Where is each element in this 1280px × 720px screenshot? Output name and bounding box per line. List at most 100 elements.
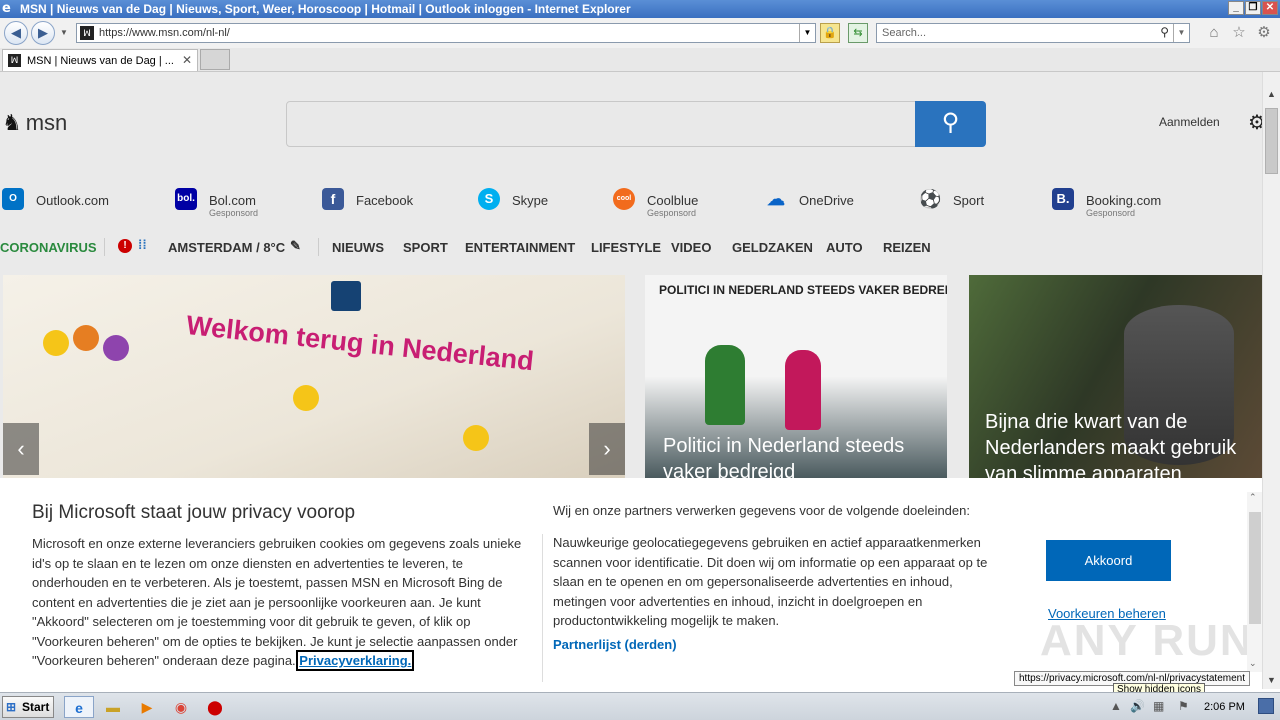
nav-auto[interactable]: AUTO xyxy=(826,240,863,255)
sponsored-label: Gesponsord xyxy=(647,208,697,218)
bol-icon: bol. xyxy=(175,188,197,210)
msn-search-button[interactable]: ⚲ xyxy=(915,101,986,147)
nav-video[interactable]: VIDEO xyxy=(671,240,711,255)
back-button[interactable]: ◀ xyxy=(4,21,28,45)
nav-entertainment[interactable]: ENTERTAINMENT xyxy=(465,240,575,255)
news-tile-3[interactable]: Bijna drie kwart van de Nederlanders maa… xyxy=(969,275,1262,478)
msn-tab-favicon-icon: ꟽ xyxy=(8,54,21,67)
illustration-person-icon xyxy=(43,330,69,356)
scroll-down-icon[interactable]: ⌄ xyxy=(1249,658,1257,669)
browser-search-placeholder: Search... xyxy=(882,27,927,39)
quicklink-sport[interactable]: ⚽ Sport xyxy=(919,186,1019,218)
cartoon-figure-icon xyxy=(705,345,745,425)
privacy-statement-link[interactable]: Privacyverklaring. xyxy=(296,650,415,671)
forward-button[interactable]: ▶ xyxy=(31,21,55,45)
taskbar-chrome-icon[interactable]: ◉ xyxy=(166,696,196,718)
nav-sport[interactable]: SPORT xyxy=(403,240,448,255)
taskbar-explorer-icon[interactable]: ▬ xyxy=(98,696,128,718)
quicklink-label: Bol.com xyxy=(209,193,256,208)
taskbar-media-player-icon[interactable]: ▶ xyxy=(132,696,162,718)
privacy-scroll-thumb[interactable] xyxy=(1249,512,1261,624)
privacy-scrollbar[interactable]: ⌃ ⌄ xyxy=(1247,492,1262,672)
msn-logo[interactable]: ♞ msn xyxy=(2,110,67,136)
quicklink-facebook[interactable]: f Facebook xyxy=(322,186,442,218)
nav-lifestyle[interactable]: LIFESTYLE xyxy=(591,240,661,255)
illustration-person-icon xyxy=(73,325,99,351)
address-bar[interactable]: ꟽ https://www.msn.com/nl-nl/ ▼ xyxy=(76,23,816,43)
weather-alert-icon[interactable]: ! xyxy=(118,239,132,253)
quicklink-bol[interactable]: bol. Bol.com Gesponsord xyxy=(175,186,305,218)
restore-button[interactable]: ❐ xyxy=(1245,1,1261,15)
nav-geldzaken[interactable]: GELDZAKEN xyxy=(732,240,813,255)
tray-network-icon[interactable]: ▦ xyxy=(1153,699,1164,713)
nav-divider xyxy=(104,238,105,256)
search-icon[interactable]: ⚲ xyxy=(1160,25,1169,39)
ie-navbar: ◀ ▶ ▼ ꟽ https://www.msn.com/nl-nl/ ▼ 🔒 ⇆… xyxy=(0,18,1280,48)
msn-search-input[interactable] xyxy=(286,101,916,147)
taskbar-ie-icon[interactable]: e xyxy=(64,696,94,718)
quicklink-label: Skype xyxy=(512,193,549,208)
tab-msn[interactable]: ꟽ MSN | Nieuws van de Dag | ... ✕ xyxy=(2,49,198,71)
facebook-icon: f xyxy=(322,188,344,210)
sponsored-label: Gesponsord xyxy=(1086,208,1136,218)
page-scrollbar[interactable]: ▲ ▼ xyxy=(1262,72,1280,689)
tray-flag-icon[interactable]: ⚑ xyxy=(1178,699,1189,713)
refresh-icon[interactable]: ⇆ xyxy=(848,23,868,43)
partner-list-link[interactable]: Partnerlijst (derden) xyxy=(553,637,677,652)
signin-link[interactable]: Aanmelden xyxy=(1159,115,1220,129)
news-tile-1[interactable]: Welkom terug in Nederland ‹ › xyxy=(3,275,625,478)
tray-arrow-icon[interactable]: ▲ xyxy=(1110,699,1122,713)
favorites-star-icon[interactable]: ☆ xyxy=(1230,24,1248,42)
close-window-button[interactable]: ✕ xyxy=(1262,1,1278,15)
tab-close-icon[interactable]: ✕ xyxy=(182,53,192,67)
taskbar-clock[interactable]: 2:06 PM xyxy=(1204,701,1245,713)
nav-nieuws[interactable]: NIEUWS xyxy=(332,240,384,255)
quicklink-skype[interactable]: S Skype xyxy=(478,186,578,218)
tray-volume-icon[interactable]: 🔊 xyxy=(1130,699,1145,713)
page-scroll-thumb[interactable] xyxy=(1265,108,1278,174)
quicklink-onedrive[interactable]: ☁ OneDrive xyxy=(765,186,885,218)
home-icon[interactable]: ⌂ xyxy=(1205,24,1223,42)
illustration-person-icon xyxy=(463,425,489,451)
page-content: ♞ msn ⚲ Aanmelden ⚙ O Outlook.com bol. Bo… xyxy=(0,72,1262,689)
cartoon-figure-icon xyxy=(785,350,821,430)
scroll-up-icon[interactable]: ⌃ xyxy=(1249,492,1257,503)
scroll-up-arrow-icon[interactable]: ▲ xyxy=(1263,86,1280,102)
browser-search-input[interactable]: Search... ⚲ ▼ xyxy=(876,23,1190,43)
search-dropdown-icon[interactable]: ▼ xyxy=(1173,24,1189,42)
scroll-down-arrow-icon[interactable]: ▼ xyxy=(1263,672,1280,688)
show-desktop-icon[interactable] xyxy=(1258,698,1274,714)
quicklink-booking[interactable]: B. Booking.com Gesponsord xyxy=(1052,186,1202,218)
accept-button[interactable]: Akkoord xyxy=(1046,540,1171,581)
booking-icon: B. xyxy=(1052,188,1074,210)
quicklink-coolblue[interactable]: cool Coolblue Gesponsord xyxy=(613,186,733,218)
minimize-button[interactable]: _ xyxy=(1228,1,1244,15)
nav-reizen[interactable]: REIZEN xyxy=(883,240,931,255)
settings-gear-icon[interactable]: ⚙ xyxy=(1248,110,1262,135)
privacy-body-text: Microsoft en onze externe leveranciers g… xyxy=(32,536,522,668)
msn-favicon-icon: ꟽ xyxy=(80,26,94,40)
history-dropdown-icon[interactable]: ▼ xyxy=(60,28,68,37)
edit-pencil-icon[interactable]: ✎ xyxy=(290,238,301,254)
news-tile-2[interactable]: POLITICI IN NEDERLAND STEEDS VAKER BEDRE… xyxy=(645,275,947,478)
carousel-prev-button[interactable]: ‹ xyxy=(3,423,39,475)
purposes-heading: Wij en onze partners verwerken gegevens … xyxy=(553,503,970,518)
carousel-next-button[interactable]: › xyxy=(589,423,625,475)
sport-icon: ⚽ xyxy=(919,189,942,209)
outlook-icon: O xyxy=(2,188,24,210)
cartoon-title: POLITICI IN NEDERLAND STEEDS VAKER BEDRE… xyxy=(659,283,947,297)
lock-icon[interactable]: 🔒 xyxy=(820,23,840,43)
window-title: MSN | Nieuws van de Dag | Nieuws, Sport,… xyxy=(20,2,631,16)
start-button[interactable]: ⊞ Start xyxy=(2,696,54,718)
nav-coronavirus[interactable]: CORONAVIRUS xyxy=(0,240,97,255)
rijksoverheid-logo-icon xyxy=(331,281,361,311)
tools-gear-icon[interactable]: ⚙ xyxy=(1255,24,1273,42)
skype-icon: S xyxy=(478,188,500,210)
msn-butterfly-icon: ♞ xyxy=(2,110,22,135)
quicklink-outlook[interactable]: O Outlook.com xyxy=(2,186,142,218)
address-dropdown-icon[interactable]: ▼ xyxy=(799,24,815,42)
nav-weather[interactable]: AMSTERDAM / 8°C xyxy=(168,240,285,255)
new-tab-button[interactable] xyxy=(200,49,230,70)
quicklink-label: Coolblue xyxy=(647,193,699,208)
taskbar-opera-icon[interactable]: ⬤ xyxy=(200,696,230,718)
